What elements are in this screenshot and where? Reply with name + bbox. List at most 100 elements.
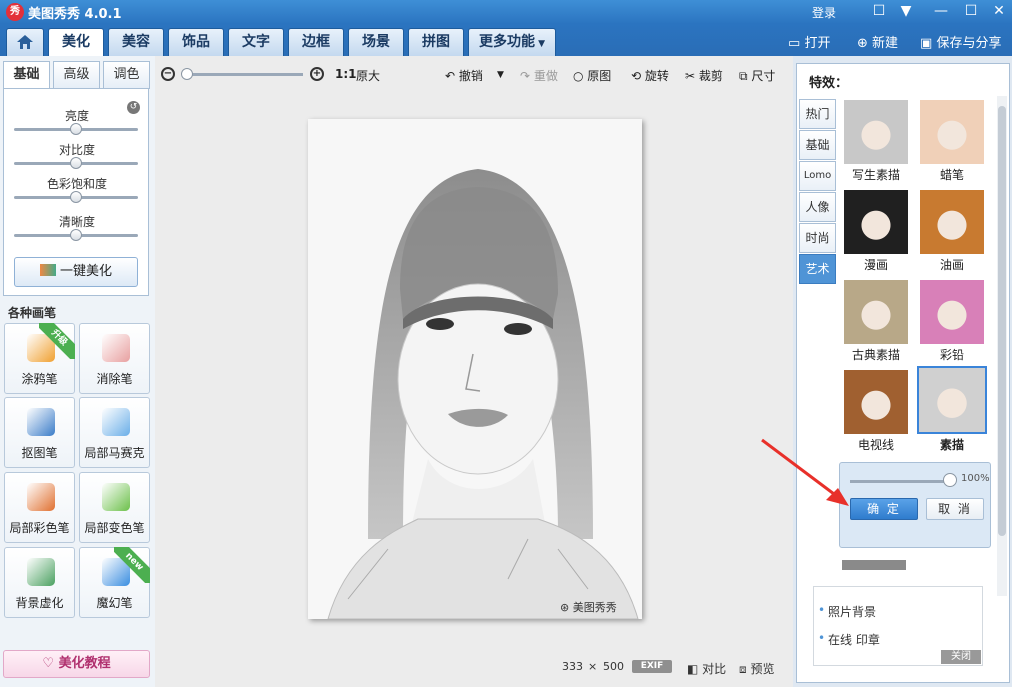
brush-doodle[interactable]: 升级 涂鸦笔: [4, 323, 75, 394]
effect-label: 写生素描: [851, 168, 900, 182]
tab-beauty[interactable]: 美容: [108, 28, 164, 56]
tab-beautify[interactable]: 美化: [48, 28, 104, 56]
opacity-slider-knob[interactable]: [943, 473, 957, 487]
subtab-basic[interactable]: 基础: [3, 61, 50, 89]
crop-button[interactable]: ✂ 裁剪: [685, 67, 723, 84]
effect-crayon[interactable]: 蜡笔: [917, 98, 987, 186]
tab-text[interactable]: 文字: [228, 28, 284, 56]
sharpness-slider-knob[interactable]: [70, 229, 82, 241]
effect-thumbnail: [920, 280, 984, 344]
tab-more[interactable]: 更多功能 ▼: [468, 28, 556, 56]
tab-frame[interactable]: 边框: [288, 28, 344, 56]
brush-local-color[interactable]: 局部彩色笔: [4, 472, 75, 543]
exif-button[interactable]: EXIF: [632, 660, 672, 673]
image-height: 500: [603, 660, 624, 673]
compare-icon: ◧: [687, 662, 703, 676]
tab-collage[interactable]: 拼图: [408, 28, 464, 56]
preview-button[interactable]: ⧈ 预览: [739, 660, 774, 677]
open-button[interactable]: ▭ 打开: [788, 32, 830, 51]
edited-photo[interactable]: ⊛ 美图秀秀: [308, 119, 642, 619]
eraser-icon: [102, 334, 130, 362]
opacity-slider[interactable]: [850, 480, 950, 483]
new-button[interactable]: ⊕ 新建: [857, 32, 898, 51]
brush-label: 局部变色笔: [84, 521, 145, 535]
category-fashion[interactable]: 时尚: [799, 223, 836, 253]
minimize-button[interactable]: —: [930, 2, 952, 20]
tab-accessories[interactable]: 饰品: [168, 28, 224, 56]
brush-color-change[interactable]: 局部变色笔: [79, 472, 150, 543]
zoom-in-icon[interactable]: +: [310, 67, 324, 81]
redo-button[interactable]: ↷ 重做: [520, 67, 558, 84]
brush-eraser[interactable]: 消除笔: [79, 323, 150, 394]
brush-cutout[interactable]: 抠图笔: [4, 397, 75, 468]
effect-oil-painting[interactable]: 油画: [917, 188, 987, 276]
saturation-slider-knob[interactable]: [70, 191, 82, 203]
zoom-slider[interactable]: [183, 73, 303, 76]
close-button[interactable]: ✕: [988, 2, 1010, 20]
menu-icon[interactable]: ▼: [895, 2, 917, 20]
new-label: 新建: [872, 36, 899, 51]
resize-label: 尺寸: [751, 69, 776, 83]
circle-icon: ○: [573, 69, 588, 83]
undo-button[interactable]: ↶ 撤销: [445, 67, 483, 84]
sharpness-slider[interactable]: [14, 229, 138, 241]
contrast-slider[interactable]: [14, 157, 138, 169]
undo-history-dropdown[interactable]: ▼: [497, 70, 504, 80]
effect-comic[interactable]: 漫画: [841, 188, 911, 276]
effect-thumbnail: [917, 366, 987, 434]
tab-scene[interactable]: 场景: [348, 28, 404, 56]
original-size-button[interactable]: 原大: [356, 67, 380, 84]
category-art[interactable]: 艺术: [799, 254, 836, 284]
zoom-ratio[interactable]: 1:1: [335, 67, 357, 81]
effect-tv-lines[interactable]: 电视线: [841, 368, 911, 456]
category-portrait[interactable]: 人像: [799, 192, 836, 222]
category-hot[interactable]: 热门: [799, 99, 836, 129]
app-title: 美图秀秀 4.0.1: [28, 7, 122, 22]
zoom-slider-knob[interactable]: [181, 68, 193, 80]
zoom-out-icon[interactable]: −: [161, 67, 175, 81]
maximize-button[interactable]: ☐: [960, 2, 982, 20]
login-link[interactable]: 登录: [812, 4, 836, 21]
sketch-portrait-image: [308, 119, 642, 619]
promo-close-button[interactable]: 关闭: [941, 650, 981, 664]
brush-mosaic[interactable]: 局部马赛克: [79, 397, 150, 468]
effect-sketch-life[interactable]: 写生素描: [841, 98, 911, 186]
resize-button[interactable]: ⧉ 尺寸: [739, 67, 775, 84]
original-image-button[interactable]: ○ 原图: [573, 67, 611, 84]
effects-scrollbar[interactable]: [997, 96, 1007, 596]
cancel-button[interactable]: 取 消: [926, 498, 984, 520]
message-icon[interactable]: ☐: [868, 2, 890, 20]
brightness-slider-knob[interactable]: [70, 123, 82, 135]
brush-bg-blur[interactable]: 背景虚化: [4, 547, 75, 618]
compare-button[interactable]: ◧ 对比: [687, 660, 726, 677]
beautify-tutorial-button[interactable]: ♡ 美化教程: [3, 650, 150, 678]
effect-classic-sketch[interactable]: 古典素描: [841, 278, 911, 366]
home-tab[interactable]: [6, 28, 44, 56]
brightness-slider[interactable]: [14, 123, 138, 135]
brush-magic[interactable]: new 魔幻笔: [79, 547, 150, 618]
promo-link[interactable]: 在线 印章: [818, 631, 880, 648]
category-lomo[interactable]: Lomo: [799, 161, 836, 191]
undo-icon: ↶: [445, 69, 459, 83]
rotate-button[interactable]: ⟲ 旋转: [631, 67, 669, 84]
saturation-slider[interactable]: [14, 191, 138, 203]
effect-color-pencil[interactable]: 彩铅: [917, 278, 987, 366]
effect-confirm-panel: 100% 确 定 取 消: [839, 462, 991, 548]
cutout-pen-icon: [27, 408, 55, 436]
subtab-advanced[interactable]: 高级: [53, 61, 100, 89]
category-basic[interactable]: 基础: [799, 130, 836, 160]
effect-thumbnail: [844, 280, 908, 344]
contrast-slider-knob[interactable]: [70, 157, 82, 169]
save-share-button[interactable]: ▣ 保存与分享: [920, 32, 1001, 51]
subtab-color[interactable]: 调色: [103, 61, 150, 89]
one-click-beautify-button[interactable]: 一键美化: [14, 257, 138, 287]
promo-link[interactable]: 照片背景: [818, 603, 876, 620]
effect-thumbnail: [844, 100, 908, 164]
resize-icon: ⧉: [739, 69, 752, 83]
effect-sketch[interactable]: 素描: [917, 366, 987, 454]
scrollbar-thumb[interactable]: [998, 106, 1006, 536]
dimension-separator: ×: [588, 660, 598, 673]
confirm-button[interactable]: 确 定: [850, 498, 918, 520]
brightness-label: 亮度: [64, 109, 89, 123]
promo-box: 照片背景 在线 印章 关闭: [813, 586, 983, 666]
